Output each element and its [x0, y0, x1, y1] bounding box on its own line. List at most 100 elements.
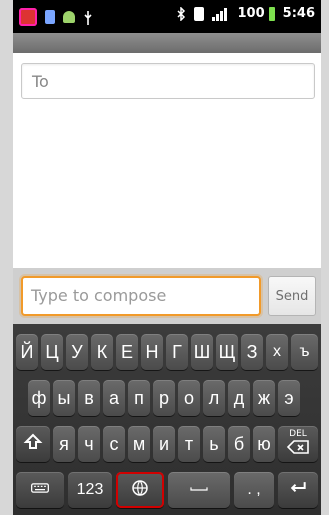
key-label: Й	[20, 341, 34, 362]
key-label: ы	[57, 387, 71, 408]
usb-icon	[83, 10, 93, 25]
language-key[interactable]	[116, 472, 164, 508]
battery-level: 100	[237, 6, 265, 21]
device-frame: 100 5:46 To Type to compose Send Й Ц У К…	[0, 0, 329, 515]
key-label: б	[233, 433, 245, 454]
key-label: Щ	[218, 341, 236, 362]
key-щ[interactable]: Щ	[216, 334, 238, 370]
enter-key[interactable]	[278, 472, 318, 508]
key-у[interactable]: У	[66, 334, 88, 370]
key-label: ь	[209, 433, 219, 454]
key-г[interactable]: Г	[166, 334, 188, 370]
key-п[interactable]: п	[128, 380, 150, 416]
key-д[interactable]: д	[228, 380, 250, 416]
key-ф[interactable]: ф	[28, 380, 50, 416]
key-label: ж	[257, 387, 271, 408]
right-bezel	[321, 0, 329, 515]
send-button[interactable]: Send	[268, 276, 316, 316]
key-з[interactable]: З	[241, 334, 263, 370]
keyboard-icon	[30, 478, 50, 503]
shift-icon	[23, 432, 43, 457]
key-ы[interactable]: ы	[53, 380, 75, 416]
bluetooth-icon	[176, 5, 186, 22]
recipient-placeholder: To	[32, 72, 49, 91]
left-bezel	[0, 0, 13, 515]
key-о[interactable]: о	[178, 380, 200, 416]
key-label: п	[134, 387, 144, 408]
status-left-icons	[19, 8, 93, 26]
key-label: Ш	[193, 341, 211, 362]
compose-placeholder: Type to compose	[31, 286, 167, 305]
app-notification-icon	[19, 8, 37, 26]
key-label: в	[84, 387, 94, 408]
globe-icon	[130, 478, 150, 503]
status-bar: 100 5:46	[13, 0, 321, 33]
recipient-field[interactable]: To	[21, 63, 315, 99]
key-ц[interactable]: Ц	[41, 334, 63, 370]
key-л[interactable]: л	[203, 380, 225, 416]
key-label: ф	[31, 387, 47, 408]
key-label: З	[246, 341, 258, 362]
shift-key[interactable]	[16, 426, 50, 462]
key-ъ[interactable]: ъ	[291, 334, 318, 370]
numbers-label: 123	[76, 481, 104, 498]
key-label: ю	[257, 433, 271, 454]
key-х[interactable]: х	[266, 334, 288, 370]
key-н[interactable]: Н	[141, 334, 163, 370]
key-ч[interactable]: ч	[78, 426, 100, 462]
numbers-key[interactable]: 123	[68, 472, 112, 508]
key-э[interactable]: э	[278, 380, 300, 416]
key-label: я	[59, 433, 69, 454]
key-label: х	[273, 343, 281, 360]
key-label: и	[158, 433, 170, 454]
key-label: Г	[172, 341, 182, 362]
space-icon	[189, 478, 209, 503]
key-label: д	[233, 387, 245, 408]
key-т[interactable]: т	[178, 426, 200, 462]
key-а[interactable]: а	[103, 380, 125, 416]
key-с[interactable]: с	[103, 426, 125, 462]
battery-icon	[268, 6, 275, 21]
keyboard-settings-key[interactable]	[16, 472, 64, 508]
enter-icon	[288, 478, 308, 503]
punctuation-key[interactable]: . ,	[234, 472, 274, 508]
key-label: р	[158, 387, 169, 408]
sim-icon	[193, 6, 204, 21]
key-ш[interactable]: Ш	[191, 334, 213, 370]
keyboard: Й Ц У К Е Н Г Ш Щ З х ъ ф ы в а п р о л …	[13, 324, 321, 515]
key-и[interactable]: и	[153, 426, 175, 462]
key-label: с	[109, 433, 119, 454]
key-label: м	[132, 433, 146, 454]
compose-input[interactable]: Type to compose	[21, 276, 261, 316]
key-label: К	[96, 341, 108, 362]
sd-card-icon	[45, 10, 55, 24]
key-ь[interactable]: ь	[203, 426, 225, 462]
key-label: а	[108, 387, 119, 408]
key-ж[interactable]: ж	[253, 380, 275, 416]
backspace-icon	[286, 439, 310, 458]
signal-icon	[211, 7, 230, 21]
key-е[interactable]: Е	[116, 334, 138, 370]
key-ю[interactable]: ю	[253, 426, 275, 462]
punctuation-label: . ,	[247, 481, 261, 498]
delete-label: DEL	[289, 429, 307, 439]
space-key[interactable]	[168, 472, 230, 508]
key-м[interactable]: м	[128, 426, 150, 462]
phone-screen: 100 5:46 To Type to compose Send Й Ц У К…	[13, 0, 321, 515]
key-label: т	[184, 433, 194, 454]
header-strip	[13, 33, 321, 53]
key-label: ч	[84, 433, 94, 454]
key-label: У	[71, 341, 83, 362]
key-я[interactable]: я	[53, 426, 75, 462]
key-в[interactable]: в	[78, 380, 100, 416]
key-label: Е	[120, 341, 133, 362]
key-б[interactable]: б	[228, 426, 250, 462]
key-р[interactable]: р	[153, 380, 175, 416]
key-label: э	[284, 387, 294, 408]
delete-key[interactable]: DEL	[278, 426, 318, 462]
clock: 5:46	[282, 6, 315, 21]
key-к[interactable]: К	[91, 334, 113, 370]
key-label: Ц	[45, 341, 59, 362]
key-й[interactable]: Й	[16, 334, 38, 370]
android-debug-icon	[63, 11, 75, 23]
